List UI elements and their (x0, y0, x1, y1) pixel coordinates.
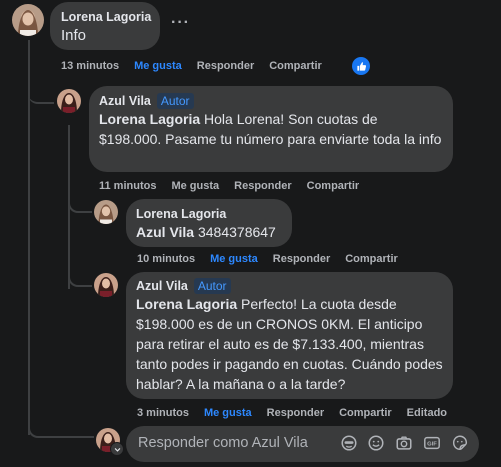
comment-timestamp[interactable]: 13 minutos (61, 58, 119, 74)
more-options-icon[interactable]: ··· (171, 14, 190, 32)
thread-connector-1 (28, 82, 54, 104)
comment-actions-3: 10 minutos Me gusta Responder Compartir (137, 251, 413, 267)
reply-button[interactable]: Responder (197, 58, 254, 74)
avatar-lorena[interactable] (12, 4, 44, 36)
thread-connector-2 (68, 194, 92, 213)
comment-bubble-3: Lorena Lagoria Azul Vila 3484378647 (126, 199, 292, 247)
thread-connector-3 (68, 268, 92, 287)
author-badge: Autor (156, 93, 194, 109)
chevron-down-icon (114, 447, 120, 452)
like-reaction-icon[interactable] (352, 57, 370, 75)
thumbs-up-icon (356, 61, 366, 71)
mention-link[interactable]: Azul Vila (136, 224, 194, 240)
avatar-azul-vila-image (57, 89, 81, 113)
sticker-icon-graphic (452, 435, 468, 451)
share-button[interactable]: Compartir (339, 405, 392, 421)
camera-icon[interactable] (395, 434, 413, 452)
like-button[interactable]: Me gusta (171, 178, 219, 194)
comment-bubble-2: Azul Vila Autor Lorena Lagoria Hola Loren… (89, 86, 453, 172)
comment-bubble-4: Azul Vila Autor Lorena Lagoria Perfecto! … (126, 272, 453, 399)
reply-button[interactable]: Responder (267, 405, 324, 421)
gif-icon[interactable]: GIF (423, 434, 441, 452)
like-button[interactable]: Me gusta (204, 405, 252, 421)
comment-author[interactable]: Azul Vila (99, 94, 151, 108)
mention-link[interactable]: Lorena Lagoria (99, 111, 200, 127)
avatar-azul-vila[interactable] (57, 89, 81, 113)
avatar-azul-vila-image (94, 273, 118, 297)
reply-button[interactable]: Responder (234, 178, 291, 194)
reply-input[interactable] (138, 435, 328, 451)
avatar-azul-vila[interactable] (94, 273, 118, 297)
svg-text:GIF: GIF (427, 442, 437, 448)
profile-switch-chevron-icon[interactable] (110, 442, 124, 456)
comment-author-line: Azul Vila Autor (136, 278, 443, 294)
avatar-sticker-icon-graphic (341, 435, 357, 451)
comment-text: Lorena Lagoria Perfecto! La cuota desde … (136, 294, 443, 394)
comment-actions-1: 13 minutos Me gusta Responder Compartir (61, 58, 337, 74)
like-button[interactable]: Me gusta (134, 58, 182, 74)
comment-timestamp[interactable]: 10 minutos (137, 251, 195, 267)
avatar-lorena-image (94, 200, 118, 224)
emoji-icon-graphic (368, 435, 384, 451)
comment-thread: Lorena Lagoria Info ··· 13 minutos Me gu… (0, 0, 501, 467)
edited-label: Editado (406, 407, 448, 419)
camera-icon-graphic (396, 436, 412, 450)
comment-bubble-1: Lorena Lagoria Info (50, 2, 160, 50)
sticker-icon[interactable] (451, 434, 469, 452)
thread-connector-reply-box (28, 418, 94, 438)
comment-actions-4: 3 minutos Me gusta Responder Compartir E… (137, 405, 462, 421)
comment-timestamp[interactable]: 11 minutos (99, 178, 156, 194)
share-button[interactable]: Compartir (269, 58, 322, 74)
avatar-lorena[interactable] (94, 200, 118, 224)
comment-text: Azul Vila 3484378647 (136, 222, 282, 242)
like-button[interactable]: Me gusta (210, 251, 258, 267)
comment-timestamp[interactable]: 3 minutos (137, 405, 189, 421)
mention-link[interactable]: Lorena Lagoria (136, 296, 237, 312)
share-button[interactable]: Compartir (345, 251, 398, 267)
comment-author[interactable]: Lorena Lagoria (61, 9, 151, 25)
comment-text-content: 3484378647 (194, 224, 276, 240)
reply-composer: GIF (126, 426, 479, 462)
author-badge: Autor (193, 278, 231, 294)
avatar-sticker-icon[interactable] (340, 434, 358, 452)
reply-button[interactable]: Responder (273, 251, 330, 267)
comment-author[interactable]: Lorena Lagoria (136, 206, 282, 222)
comment-text: Lorena Lagoria Hola Lorena! Son cuotas d… (99, 109, 443, 149)
comment-actions-2: 11 minutos Me gusta Responder Compartir (99, 178, 374, 194)
comment-author-line: Azul Vila Autor (99, 93, 443, 109)
share-button[interactable]: Compartir (307, 178, 360, 194)
emoji-icon[interactable] (367, 434, 385, 452)
gif-icon-graphic: GIF (424, 436, 440, 450)
comment-text: Info (61, 27, 87, 44)
comment-author[interactable]: Azul Vila (136, 279, 188, 293)
avatar-lorena-image (12, 4, 44, 36)
